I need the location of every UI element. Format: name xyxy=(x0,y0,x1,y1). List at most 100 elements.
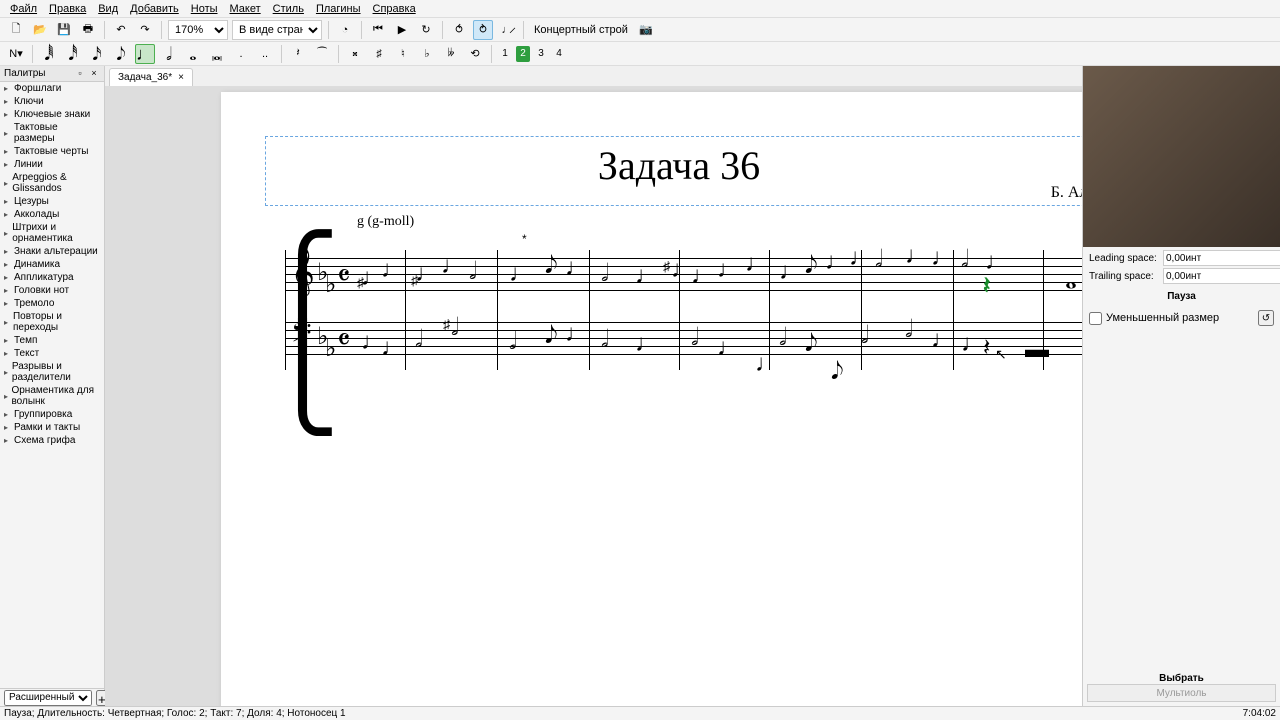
palette-item-6[interactable]: ▸Arpeggios & Glissandos xyxy=(0,171,104,195)
menu-view[interactable]: Вид xyxy=(92,1,124,17)
duration-32nd-icon[interactable]: 𝅘𝅥𝅰 xyxy=(63,44,83,64)
double-sharp-icon[interactable]: 𝄪 xyxy=(345,44,365,64)
palette-item-19[interactable]: ▸Орнаментика для волынк xyxy=(0,384,104,408)
voice-2-button[interactable]: 2 xyxy=(516,46,530,62)
menu-layout[interactable]: Макет xyxy=(224,1,267,17)
metronome-icon[interactable]: ◔ xyxy=(335,20,355,40)
rest-icon[interactable]: 𝄽 xyxy=(288,44,308,64)
chevron-right-icon: ▸ xyxy=(4,368,12,377)
small-reset-button[interactable]: ↺ xyxy=(1258,310,1274,326)
palette-item-7[interactable]: ▸Цезуры xyxy=(0,195,104,208)
natural-icon[interactable]: ♮ xyxy=(393,44,413,64)
new-file-icon[interactable]: 🗋 xyxy=(6,20,26,40)
palette-item-18[interactable]: ▸Разрывы и разделители xyxy=(0,360,104,384)
loop-icon[interactable]: ↻ xyxy=(416,20,436,40)
menu-edit[interactable]: Правка xyxy=(43,1,92,17)
note-input-toggle-icon[interactable]: N▾ xyxy=(6,44,26,64)
palette-item-4[interactable]: ▸Тактовые черты xyxy=(0,145,104,158)
voice-4-button[interactable]: 4 xyxy=(552,46,566,62)
score-page[interactable]: Задача 36 Б. Алексеев g (g-moll) ↵ ⎧⎩ xyxy=(221,92,1082,706)
menu-add[interactable]: Добавить xyxy=(124,1,185,17)
palette-item-12[interactable]: ▸Аппликатура xyxy=(0,271,104,284)
palette-item-21[interactable]: ▸Рамки и такты xyxy=(0,421,104,434)
small-size-checkbox[interactable] xyxy=(1089,312,1102,325)
palette-item-1[interactable]: ▸Ключи xyxy=(0,95,104,108)
voice-3-button[interactable]: 3 xyxy=(534,46,548,62)
zoom-combo[interactable]: 170% xyxy=(168,20,228,40)
score-system[interactable]: ⎧⎩ xyxy=(265,240,1082,390)
menu-notes[interactable]: Ноты xyxy=(185,1,224,17)
view-mode-combo[interactable]: В виде страниц xyxy=(232,20,322,40)
chevron-right-icon: ▸ xyxy=(4,97,14,106)
tab-close-icon[interactable]: × xyxy=(178,72,184,83)
loop-out-icon[interactable]: ⥁ xyxy=(473,20,493,40)
double-dot-icon[interactable]: .. xyxy=(255,44,275,64)
menu-file[interactable]: Файл xyxy=(4,1,43,17)
palette-item-0[interactable]: ▸Форшлаги xyxy=(0,82,104,95)
palette-item-13[interactable]: ▸Головки нот xyxy=(0,284,104,297)
palette-undock-icon[interactable]: ▫ xyxy=(74,68,86,80)
flip-icon[interactable]: ⟲ xyxy=(465,44,485,64)
selected-rest[interactable]: 𝄽 xyxy=(983,272,990,300)
score-title[interactable]: Задача 36 xyxy=(221,142,1082,189)
palette-item-2[interactable]: ▸Ключевые знаки xyxy=(0,108,104,121)
undo-icon[interactable]: ↶ xyxy=(111,20,131,40)
duration-breve-icon[interactable]: 𝅜 xyxy=(207,44,227,64)
music-content[interactable]: 𝄞 𝄢 ♭ ♭ ♭ ♭ 𝄴 𝄴 * ♩♯ ♩ ♩♯ ♩ xyxy=(265,240,1082,390)
chevron-right-icon: ▸ xyxy=(4,84,14,93)
print-icon[interactable]: 🖶 xyxy=(78,20,98,40)
duration-16th-icon[interactable]: 𝅘𝅥𝅯 xyxy=(87,44,107,64)
palette-item-3[interactable]: ▸Тактовые размеры xyxy=(0,121,104,145)
trailing-space-input[interactable] xyxy=(1163,268,1280,284)
palette-item-15[interactable]: ▸Повторы и переходы xyxy=(0,310,104,334)
palette-item-22[interactable]: ▸Схема грифа xyxy=(0,434,104,447)
palette-item-9[interactable]: ▸Штрихи и орнаментика xyxy=(0,221,104,245)
palette-item-20[interactable]: ▸Группировка xyxy=(0,408,104,421)
redo-icon[interactable]: ↷ xyxy=(135,20,155,40)
chevron-right-icon: ▸ xyxy=(4,273,14,282)
palette-item-14[interactable]: ▸Тремоло xyxy=(0,297,104,310)
palette-item-11[interactable]: ▸Динамика xyxy=(0,258,104,271)
leading-space-input[interactable] xyxy=(1163,250,1280,266)
palette-item-10[interactable]: ▸Знаки альтерации xyxy=(0,245,104,258)
save-icon[interactable]: 💾 xyxy=(54,20,74,40)
asterisk: * xyxy=(522,232,527,246)
open-file-icon[interactable]: 📂 xyxy=(30,20,50,40)
palette-item-5[interactable]: ▸Линии xyxy=(0,158,104,171)
menu-style[interactable]: Стиль xyxy=(267,1,310,17)
loop-in-icon[interactable]: ⥀ xyxy=(449,20,469,40)
palette-mode-combo[interactable]: Расширенный xyxy=(4,690,92,706)
duration-half-icon[interactable]: 𝅗𝅥 xyxy=(159,44,179,64)
rewind-icon[interactable]: ⏮ xyxy=(368,20,388,40)
duration-8th-icon[interactable]: 𝅘𝅥𝅮 xyxy=(111,44,131,64)
menu-plugins[interactable]: Плагины xyxy=(310,1,367,17)
voice-1-button[interactable]: 1 xyxy=(498,46,512,62)
score-key-text[interactable]: g (g-moll) xyxy=(357,214,414,230)
play-icon[interactable]: ▶ xyxy=(392,20,412,40)
palette-item-8[interactable]: ▸Акколады xyxy=(0,208,104,221)
dot-icon[interactable]: . xyxy=(231,44,251,64)
multituplet-button[interactable]: Мультиоль xyxy=(1087,684,1276,702)
score-composer[interactable]: Б. Алексеев xyxy=(1051,184,1082,202)
sharp-icon[interactable]: ♯ xyxy=(369,44,389,64)
concert-pitch-label[interactable]: Концертный строй xyxy=(530,24,632,36)
chevron-right-icon: ▸ xyxy=(4,247,14,256)
score-viewport[interactable]: Задача 36 Б. Алексеев g (g-moll) ↵ ⎧⎩ xyxy=(105,86,1082,706)
tab-document[interactable]: Задача_36* × xyxy=(109,68,193,86)
duration-quarter-icon[interactable]: ♩ xyxy=(135,44,155,64)
tie-icon[interactable]: ⁀ xyxy=(312,44,332,64)
palette-item-17[interactable]: ▸Текст xyxy=(0,347,104,360)
palette-close-icon[interactable]: × xyxy=(88,68,100,80)
duration-64th-icon[interactable]: 𝅘𝅥𝅱 xyxy=(39,44,59,64)
flat-icon[interactable]: ♭ xyxy=(417,44,437,64)
double-flat-icon[interactable]: 𝄫 xyxy=(441,44,461,64)
repitch-icon[interactable]: ♩̷ xyxy=(497,20,517,40)
menu-help[interactable]: Справка xyxy=(367,1,422,17)
chevron-right-icon: ▸ xyxy=(4,392,11,401)
duration-whole-icon[interactable]: 𝅝 xyxy=(183,44,203,64)
status-bar: Пауза; Длительность: Четвертная; Голос: … xyxy=(0,706,1280,720)
camera-icon[interactable]: 📷 xyxy=(636,20,656,40)
cursor-icon: ↖ xyxy=(995,346,1007,363)
palette-item-16[interactable]: ▸Темп xyxy=(0,334,104,347)
chevron-right-icon: ▸ xyxy=(4,336,14,345)
